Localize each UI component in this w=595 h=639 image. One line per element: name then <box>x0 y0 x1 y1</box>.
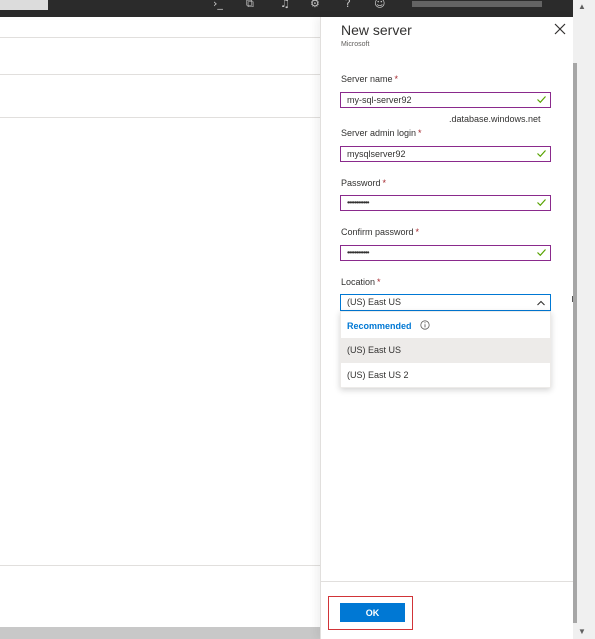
password-label: Password * <box>341 178 387 188</box>
divider <box>0 37 320 38</box>
required-marker: * <box>418 128 422 138</box>
close-icon[interactable] <box>553 22 567 36</box>
location-dropdown[interactable]: (US) East US <box>340 294 551 311</box>
checkmark-icon <box>537 249 546 257</box>
password-input[interactable]: •••••••••••• <box>340 195 551 211</box>
location-options-list: Recommended (US) East US (US) East US 2 <box>340 311 551 388</box>
required-marker: * <box>377 277 381 287</box>
smiley-icon[interactable]: ☺ <box>374 0 385 10</box>
confirm-password-label: Confirm password * <box>341 227 420 237</box>
settings-icon[interactable]: ⚙ <box>310 0 320 10</box>
option-group-label: Recommended <box>347 321 412 331</box>
required-marker: * <box>394 74 399 84</box>
scroll-up-icon[interactable]: ▲ <box>578 2 586 11</box>
blade-title: New server <box>341 22 412 38</box>
confirm-password-value: •••••••••••• <box>347 248 370 257</box>
blade-subtitle: Microsoft <box>341 41 370 48</box>
scroll-down-icon[interactable]: ▼ <box>578 627 586 636</box>
checkmark-icon <box>537 96 546 104</box>
divider <box>0 74 320 75</box>
location-value: (US) East US <box>347 297 402 307</box>
checkmark-icon <box>537 199 546 207</box>
required-marker: * <box>415 227 420 237</box>
ok-button[interactable]: OK <box>340 603 405 622</box>
terminal-icon[interactable]: ›_ <box>213 0 223 10</box>
admin-login-label: Server admin login * <box>341 128 422 138</box>
portal-top-bar: ›_ ⧉ ♫ ⚙ ? ☺ <box>0 0 573 17</box>
server-name-input[interactable]: my-sql-server92 <box>340 92 551 108</box>
divider <box>0 117 320 118</box>
notifications-icon[interactable]: ♫ <box>280 0 290 10</box>
chevron-up-icon <box>537 300 545 306</box>
password-value: •••••••••••• <box>347 198 370 207</box>
help-icon[interactable]: ? <box>345 0 351 10</box>
server-name-value: my-sql-server92 <box>347 95 412 105</box>
vertical-scrollbar[interactable]: ▲ ▼ <box>573 0 595 639</box>
background-page <box>0 17 320 627</box>
required-marker: * <box>382 178 387 188</box>
admin-login-input[interactable]: mysqlserver92 <box>340 146 551 162</box>
divider <box>0 565 320 566</box>
admin-login-value: mysqlserver92 <box>347 149 406 159</box>
scrollbar-thumb[interactable] <box>573 63 577 623</box>
search-bar[interactable] <box>0 0 48 10</box>
location-option[interactable]: (US) East US <box>341 338 550 363</box>
server-name-label: Server name * <box>341 74 399 84</box>
feedback-icon[interactable]: ⧉ <box>246 0 254 11</box>
checkmark-icon <box>537 150 546 158</box>
server-name-suffix: .database.windows.net <box>449 114 541 124</box>
info-icon[interactable] <box>420 320 430 330</box>
new-server-blade: New server Microsoft Server name * my-sql… <box>320 17 573 639</box>
confirm-password-input[interactable]: •••••••••••• <box>340 245 551 261</box>
location-label: Location * <box>341 277 381 287</box>
account-menu[interactable] <box>412 1 542 7</box>
footer-divider <box>321 581 573 582</box>
location-option[interactable]: (US) East US 2 <box>341 363 550 388</box>
